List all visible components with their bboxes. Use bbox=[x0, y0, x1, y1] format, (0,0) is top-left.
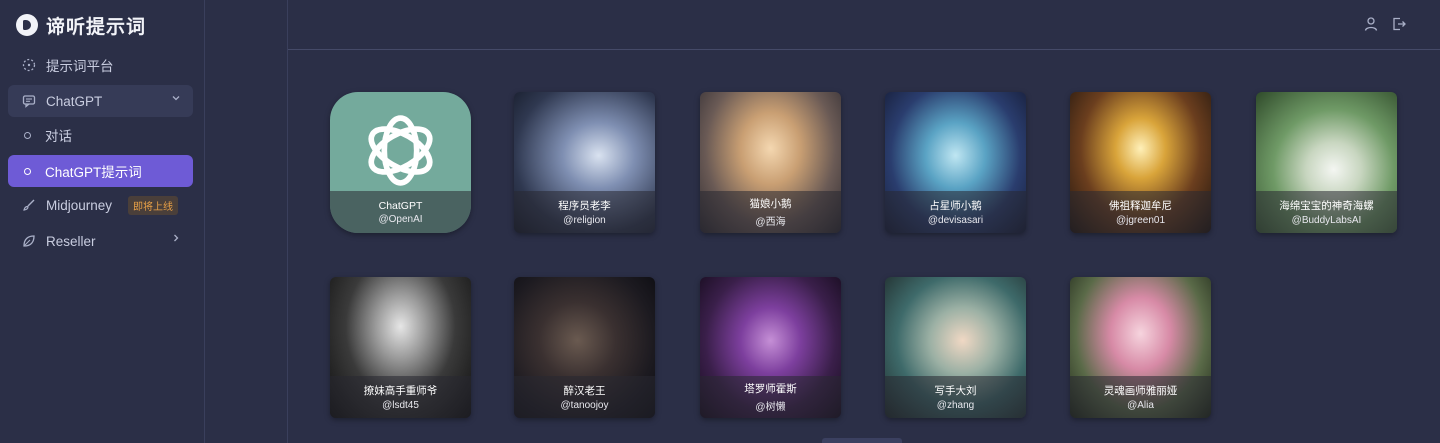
nav-label: Reseller bbox=[46, 233, 96, 249]
nav-label: 对话 bbox=[45, 129, 72, 144]
prompt-card[interactable]: 灵魂画师雅丽娅 @Alia bbox=[1070, 277, 1211, 418]
prompt-card[interactable]: 程序员老李 @religion bbox=[514, 92, 655, 233]
card-handle: @树懒 bbox=[755, 402, 786, 413]
nav-label: Midjourney bbox=[46, 197, 113, 213]
top-header bbox=[288, 0, 1440, 50]
card-name: 程序员老李 bbox=[558, 200, 611, 212]
card-caption: 佛祖释迦牟尼 @jgreen01 bbox=[1070, 191, 1211, 233]
card-caption: 醉汉老王 @tanoojoy bbox=[514, 376, 655, 418]
dashed-circle-icon bbox=[22, 58, 36, 72]
card-name: 写手大刘 bbox=[934, 385, 977, 397]
card-caption: 写手大刘 @zhang bbox=[885, 376, 1026, 418]
card-caption: 灵魂画师雅丽娅 @Alia bbox=[1070, 376, 1211, 418]
card-handle: @religion bbox=[563, 215, 606, 226]
nav-item-midjourney[interactable]: Midjourney 即将上线 bbox=[8, 189, 193, 221]
circle-bullet-icon bbox=[24, 131, 31, 139]
card-caption: 海绵宝宝的神奇海螺 @BuddyLabsAI bbox=[1256, 191, 1397, 233]
brand-logo-icon bbox=[16, 14, 38, 36]
logout-icon[interactable] bbox=[1390, 15, 1408, 33]
user-icon[interactable] bbox=[1362, 15, 1380, 33]
brand[interactable]: 谛听提示词 bbox=[16, 12, 146, 38]
card-name: 灵魂画师雅丽娅 bbox=[1103, 385, 1178, 397]
nav-label: ChatGPT提示词 bbox=[45, 165, 142, 180]
circle-bullet-icon bbox=[24, 167, 31, 175]
prompt-card[interactable]: 醉汉老王 @tanoojoy bbox=[514, 277, 655, 418]
chevron-down-icon bbox=[171, 93, 181, 106]
nav-group-chatgpt[interactable]: ChatGPT bbox=[8, 85, 193, 117]
card-name: 塔罗师霍斯 bbox=[744, 383, 797, 395]
prompt-card[interactable]: 海绵宝宝的神奇海螺 @BuddyLabsAI bbox=[1256, 92, 1397, 233]
prompt-card[interactable]: 佛祖释迦牟尼 @jgreen01 bbox=[1070, 92, 1211, 233]
chevron-right-icon bbox=[171, 233, 181, 246]
card-name: 醉汉老王 bbox=[563, 385, 606, 397]
card-handle: @西海 bbox=[755, 217, 786, 228]
chat-bubble-icon bbox=[22, 94, 36, 108]
card-name: 占星师小鹅 bbox=[929, 200, 982, 212]
card-caption: 塔罗师霍斯 @树懒 bbox=[700, 376, 841, 418]
prompt-card[interactable]: 撩妹高手重师爷 @lsdt45 bbox=[330, 277, 471, 418]
secondary-column bbox=[205, 0, 288, 443]
nav-label: ChatGPT bbox=[46, 93, 103, 109]
leaf-icon bbox=[22, 234, 36, 248]
card-caption: ChatGPT @OpenAI bbox=[330, 191, 471, 233]
card-name: 猫娘小鹅 bbox=[749, 198, 792, 210]
card-caption: 程序员老李 @religion bbox=[514, 191, 655, 233]
nav-item-platform[interactable]: 提示词平台 bbox=[8, 49, 193, 81]
card-caption: 撩妹高手重师爷 @lsdt45 bbox=[330, 376, 471, 418]
card-name: ChatGPT bbox=[378, 199, 423, 212]
card-handle: @zhang bbox=[936, 400, 975, 411]
prompt-card[interactable]: 塔罗师霍斯 @树懒 bbox=[700, 277, 841, 418]
brand-title: 谛听提示词 bbox=[46, 16, 147, 38]
coming-soon-badge: 即将上线 bbox=[128, 195, 179, 215]
card-handle: @Alia bbox=[1127, 400, 1154, 411]
nav-item-chatgpt-prompts[interactable]: ChatGPT提示词 bbox=[8, 155, 193, 187]
card-caption: 猫娘小鹅 @西海 bbox=[700, 191, 841, 233]
nav-item-reseller[interactable]: Reseller bbox=[8, 225, 193, 257]
brush-icon bbox=[22, 198, 36, 212]
prompt-card[interactable]: 占星师小鹅 @devisasari bbox=[885, 92, 1026, 233]
card-handle: @devisasari bbox=[927, 215, 984, 226]
card-handle: @BuddyLabsAI bbox=[1291, 215, 1362, 226]
card-name: 佛祖释迦牟尼 bbox=[1109, 200, 1172, 212]
openai-logo-icon bbox=[368, 115, 433, 186]
card-handle: @lsdt45 bbox=[382, 400, 419, 411]
nav-item-dialog[interactable]: 对话 bbox=[8, 119, 193, 151]
card-name: 撩妹高手重师爷 bbox=[363, 385, 438, 397]
sidebar: 谛听提示词 提示词平台 ChatGPT 对话 ChatGPT提示词 Midjou… bbox=[0, 0, 205, 443]
pagination-hint[interactable] bbox=[822, 438, 902, 443]
prompt-card[interactable]: 写手大刘 @zhang bbox=[885, 277, 1026, 418]
nav-label: 提示词平台 bbox=[46, 59, 114, 74]
prompt-card[interactable]: 猫娘小鹅 @西海 bbox=[700, 92, 841, 233]
card-name: 海绵宝宝的神奇海螺 bbox=[1279, 200, 1374, 212]
card-handle: @jgreen01 bbox=[1115, 215, 1166, 226]
card-handle: @tanoojoy bbox=[560, 400, 609, 411]
card-caption: 占星师小鹅 @devisasari bbox=[885, 191, 1026, 233]
card-handle: @OpenAI bbox=[378, 213, 423, 225]
prompt-card[interactable]: ChatGPT @OpenAI bbox=[330, 92, 471, 233]
